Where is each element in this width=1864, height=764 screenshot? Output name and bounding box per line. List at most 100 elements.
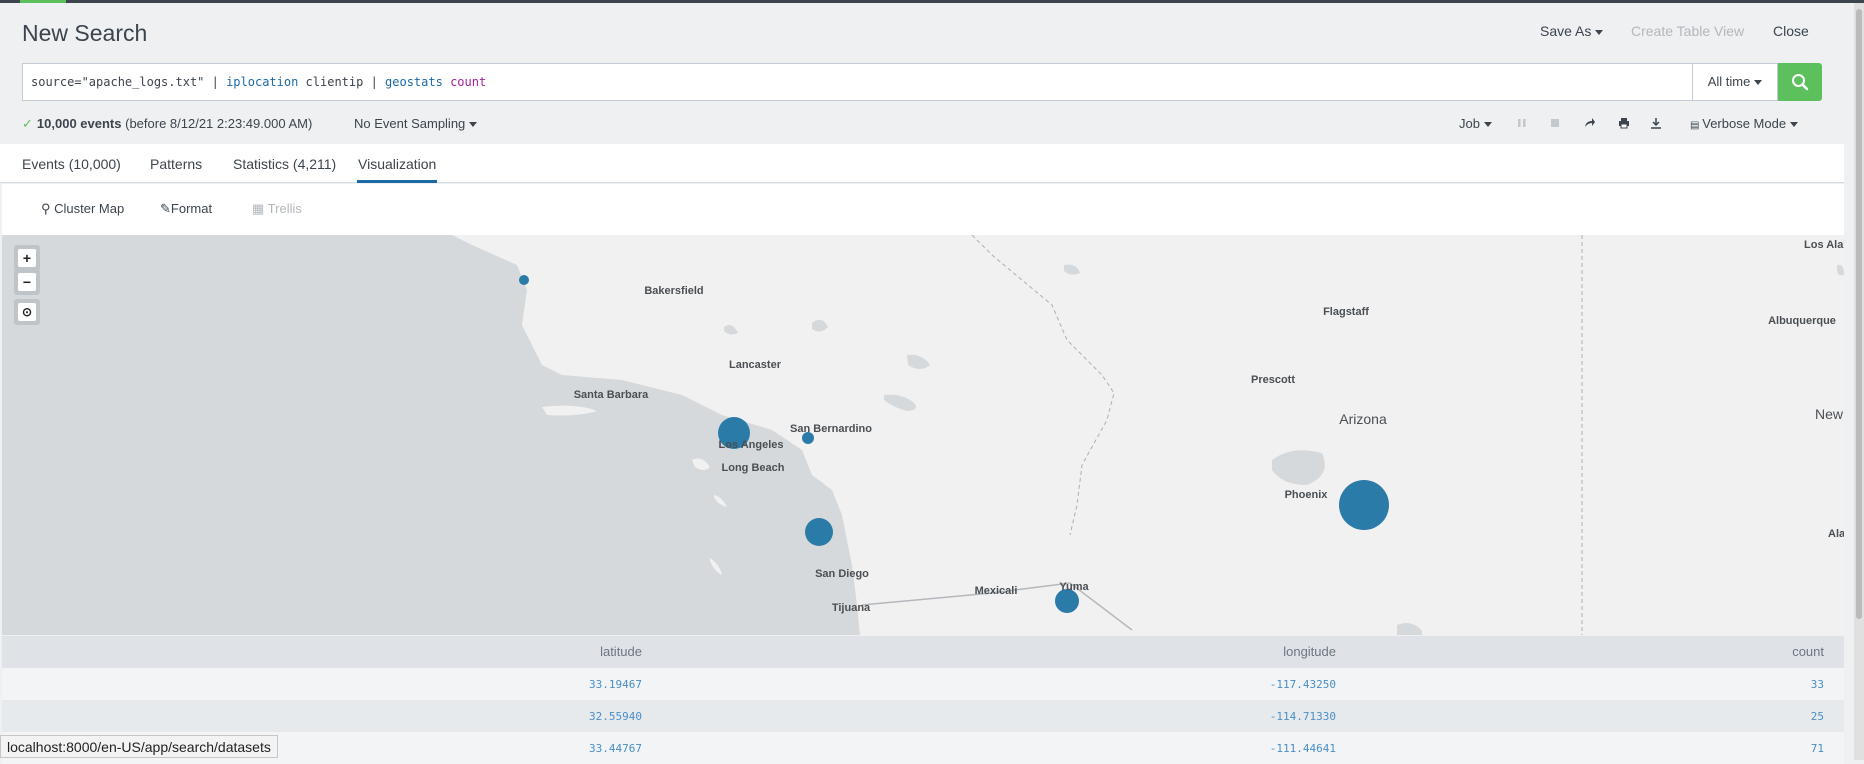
- time-range-picker[interactable]: All time: [1692, 63, 1778, 101]
- table-header: latitude longitude count: [2, 636, 1844, 668]
- save-as-label: Save As: [1540, 23, 1592, 39]
- cell-longitude[interactable]: -114.71330: [1270, 710, 1336, 723]
- event-time-range: (before 8/12/21 2:23:49.000 AM): [125, 116, 313, 131]
- cell-longitude[interactable]: -117.43250: [1270, 678, 1336, 691]
- trellis-button[interactable]: ▦ Trellis: [252, 201, 302, 217]
- table-row[interactable]: 33.44767 -111.44641 71: [2, 732, 1844, 764]
- cell-count[interactable]: 25: [1811, 710, 1824, 723]
- city-label: Los Angeles: [719, 439, 784, 451]
- results-table: latitude longitude count 33.19467 -117.4…: [2, 636, 1844, 764]
- city-label: Los Alar: [1804, 239, 1844, 251]
- city-label: Tijuana: [832, 602, 871, 614]
- cluster-marker: [1339, 480, 1389, 530]
- chevron-down-icon: [1754, 80, 1763, 86]
- chevron-down-icon: [1595, 29, 1604, 35]
- app-accent: [20, 0, 66, 3]
- cell-count[interactable]: 71: [1811, 742, 1824, 755]
- cluster-marker: [519, 275, 529, 285]
- state-border: [971, 235, 1115, 536]
- city-label: Mexicali: [975, 585, 1018, 597]
- search-mode-menu[interactable]: ▤ Verbose Mode: [1690, 116, 1799, 131]
- city-label: Bakersfield: [644, 285, 703, 297]
- lake: [884, 394, 916, 411]
- event-sampling-menu[interactable]: No Event Sampling: [354, 116, 478, 131]
- city-label: Albuquerque: [1768, 315, 1836, 327]
- format-label: Format: [170, 201, 213, 216]
- scrollbar-thumb[interactable]: [1856, 9, 1862, 619]
- reset-view-button[interactable]: ⊙: [14, 299, 40, 325]
- cluster-map-button[interactable]: ⚲ Cluster Map: [41, 201, 124, 217]
- lake: [1064, 264, 1080, 275]
- page-title: New Search: [22, 20, 148, 46]
- city-label: Ala: [1828, 528, 1844, 540]
- close-button[interactable]: Close: [1773, 23, 1809, 39]
- city-label: Phoenix: [1285, 489, 1329, 501]
- print-icon[interactable]: [1614, 113, 1634, 133]
- cluster-map[interactable]: Bakersfield Lancaster Santa Barbara San …: [2, 235, 1844, 635]
- cell-longitude[interactable]: -111.44641: [1270, 742, 1336, 755]
- cluster-map-label: Cluster Map: [54, 201, 125, 216]
- cell-latitude[interactable]: 32.55940: [589, 710, 642, 723]
- city-label: San Bernardino: [790, 423, 872, 435]
- query-function-count: count: [450, 75, 487, 89]
- active-tab-indicator: [357, 180, 437, 183]
- pause-icon[interactable]: [1512, 113, 1532, 133]
- query-args: clientip |: [298, 75, 386, 89]
- share-icon[interactable]: [1580, 113, 1600, 133]
- tab-visualization[interactable]: Visualization: [358, 156, 436, 172]
- search-icon: [1792, 74, 1809, 91]
- query-command-geostats: geostats: [385, 75, 443, 89]
- cell-latitude[interactable]: 33.19467: [589, 678, 642, 691]
- minus-icon: −: [18, 273, 36, 291]
- event-count: 10,000 events: [36, 116, 122, 131]
- lake: [907, 354, 930, 369]
- visualization-toolbar: ⚲ Cluster Map ✎Format ▦ Trellis: [2, 184, 1844, 235]
- mode-icon: ▤: [1690, 120, 1703, 131]
- search-button[interactable]: [1778, 63, 1822, 101]
- state-label: Arizona: [1339, 411, 1387, 427]
- save-as-menu[interactable]: Save As: [1540, 23, 1604, 39]
- search-tabs: Events (10,000) Patterns Statistics (4,2…: [0, 144, 1844, 183]
- query-source: source="apache_logs.txt" |: [31, 75, 227, 89]
- city-label: Yuma: [1059, 581, 1089, 593]
- island: [1397, 623, 1422, 635]
- top-bar: [0, 0, 1864, 3]
- query-command-iplocation: iplocation: [226, 75, 299, 89]
- check-icon: ✓: [22, 116, 33, 131]
- format-button[interactable]: ✎Format: [160, 201, 212, 217]
- create-table-view-button[interactable]: Create Table View: [1631, 23, 1744, 39]
- column-header-latitude[interactable]: latitude: [600, 644, 642, 659]
- map-pin-icon: ⚲: [41, 201, 55, 216]
- search-query: source="apache_logs.txt" | iplocation cl…: [31, 75, 486, 89]
- city-label: Prescott: [1251, 374, 1295, 386]
- table-row[interactable]: 33.19467 -117.43250 33: [2, 668, 1844, 700]
- column-header-longitude[interactable]: longitude: [1283, 644, 1336, 659]
- job-label: Job: [1459, 116, 1480, 131]
- zoom-out-button[interactable]: −: [14, 269, 40, 295]
- cell-latitude[interactable]: 33.44767: [589, 742, 642, 755]
- pencil-icon: ✎: [160, 201, 171, 216]
- search-input[interactable]: source="apache_logs.txt" | iplocation cl…: [22, 63, 1694, 101]
- column-header-count[interactable]: count: [1792, 644, 1824, 659]
- lake: [724, 325, 738, 335]
- stop-icon[interactable]: [1545, 113, 1565, 133]
- table-row[interactable]: 32.55940 -114.71330 25: [2, 700, 1844, 732]
- state-label: New: [1815, 406, 1844, 422]
- map-canvas: Bakersfield Lancaster Santa Barbara San …: [2, 235, 1844, 635]
- city-label: Flagstaff: [1323, 306, 1369, 318]
- tab-statistics[interactable]: Statistics (4,211): [233, 156, 336, 172]
- cell-count[interactable]: 33: [1811, 678, 1824, 691]
- city-label: Lancaster: [729, 359, 782, 371]
- job-status: ✓ 10,000 events (before 8/12/21 2:23:49.0…: [22, 116, 312, 132]
- tab-events[interactable]: Events (10,000): [22, 156, 121, 172]
- locate-icon: ⊙: [18, 303, 36, 321]
- export-icon[interactable]: [1646, 113, 1666, 133]
- job-menu[interactable]: Job: [1459, 116, 1492, 131]
- tab-patterns[interactable]: Patterns: [150, 156, 202, 172]
- chevron-down-icon: [1483, 122, 1492, 128]
- zoom-in-button[interactable]: +: [14, 245, 40, 271]
- city-label: San Diego: [815, 568, 869, 580]
- search-mode-label: Verbose Mode: [1702, 116, 1787, 131]
- page-scrollbar[interactable]: [1854, 3, 1864, 760]
- lake: [1272, 450, 1325, 485]
